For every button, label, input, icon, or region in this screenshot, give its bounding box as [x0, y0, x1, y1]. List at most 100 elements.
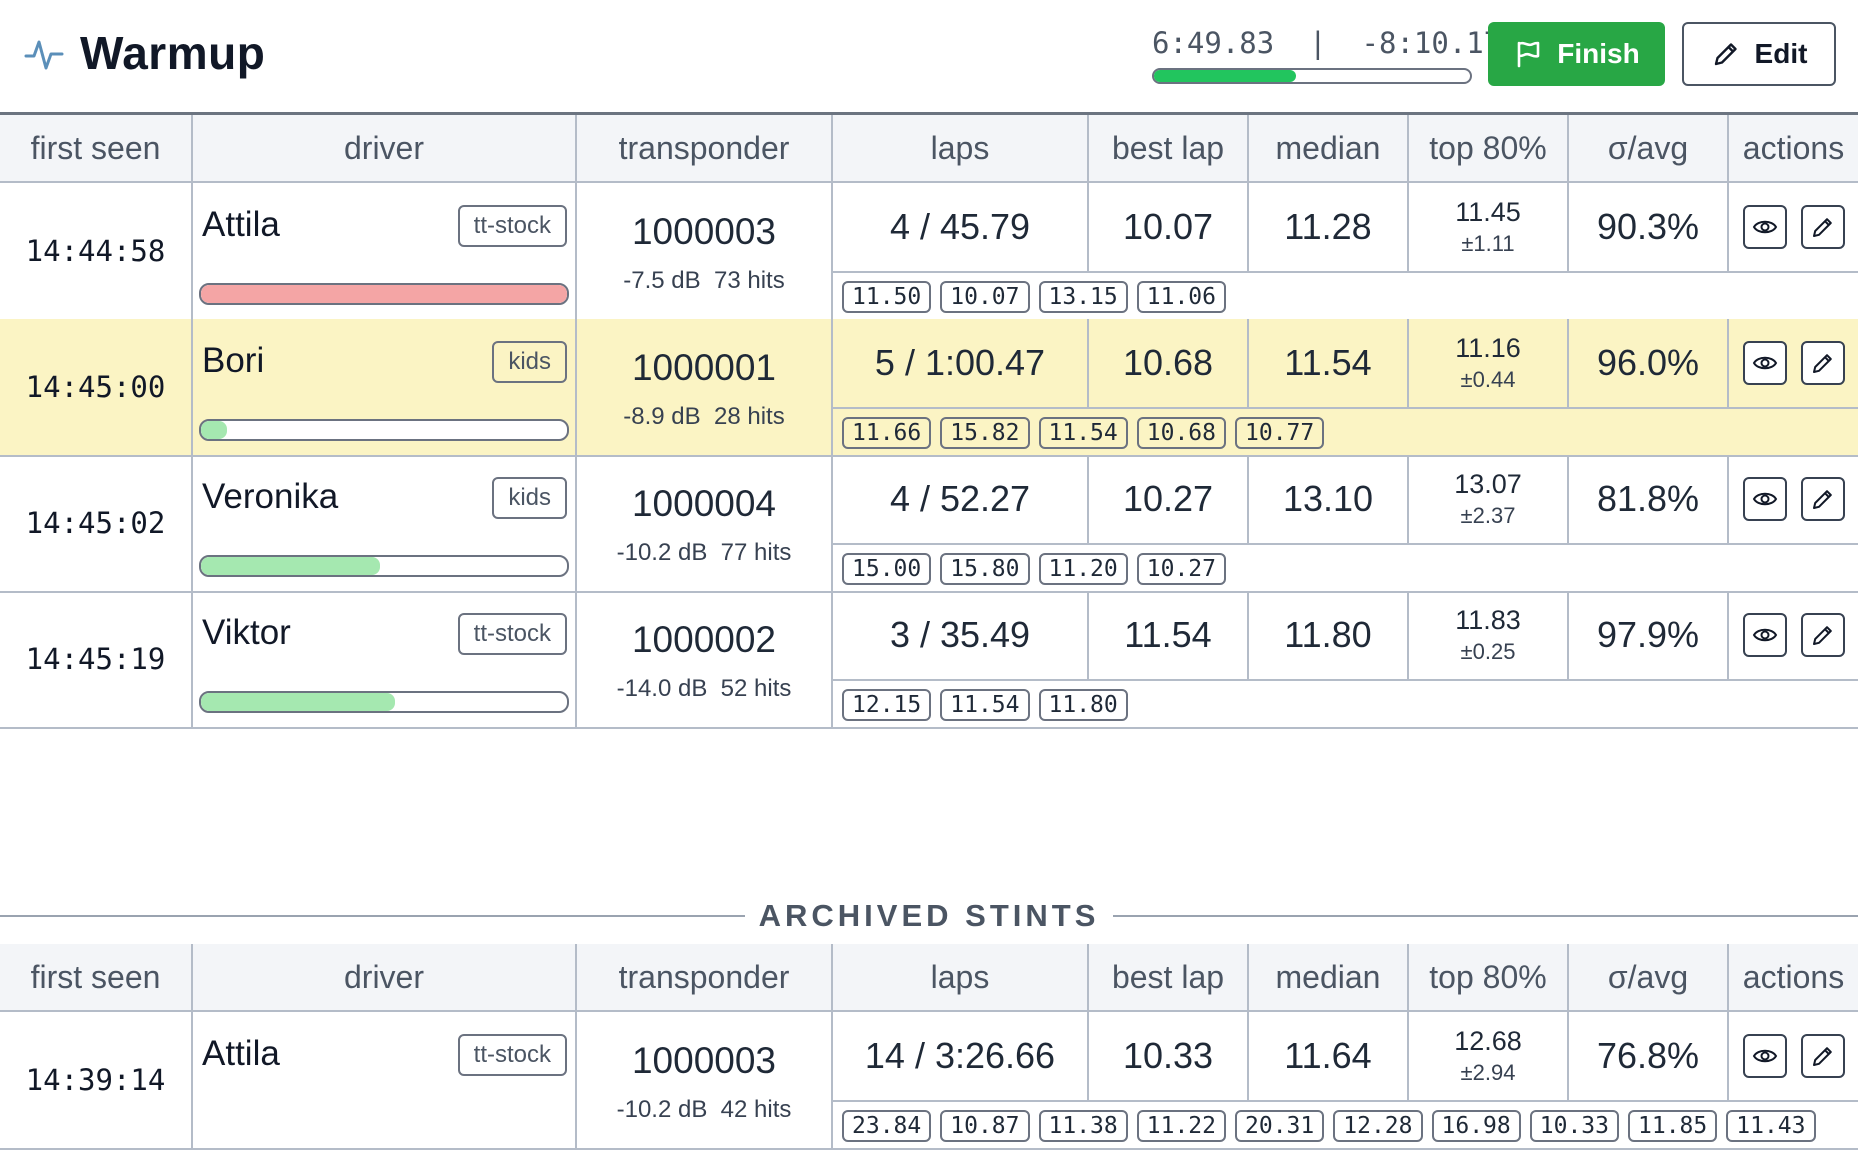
- lap-time-chip[interactable]: 11.66: [842, 417, 932, 449]
- page-title: Warmup: [80, 27, 266, 79]
- column-header-sigma-avg[interactable]: σ/avg: [1569, 944, 1729, 1010]
- activity-icon: [24, 40, 64, 70]
- session-progress-bar: [1152, 68, 1472, 84]
- transponder-signal: -8.9 dB 28 hits: [623, 403, 785, 430]
- edit-button[interactable]: Edit: [1682, 22, 1836, 86]
- lap-time-chip[interactable]: 15.82: [940, 417, 1030, 449]
- actions-cell: [1729, 591, 1858, 681]
- edit-stint-button[interactable]: [1800, 613, 1845, 657]
- table-header-row: first seen driver transponder laps best lap m…: [0, 944, 1858, 1012]
- column-header-best-lap[interactable]: best lap: [1089, 115, 1249, 181]
- lap-time-chip[interactable]: 11.80: [1038, 689, 1128, 721]
- column-header-transponder[interactable]: transponder: [577, 944, 833, 1010]
- actions-cell: [1729, 319, 1858, 409]
- column-header-top-80[interactable]: top 80%: [1409, 944, 1569, 1010]
- stint-row[interactable]: 14:45:02 Veronika kids 1000004 -10.2 dB …: [0, 455, 1858, 593]
- top-80-cell: 11.16 ±0.44: [1409, 319, 1569, 409]
- lap-time-chip[interactable]: 12.15: [842, 689, 932, 721]
- lap-time-chip[interactable]: 11.43: [1726, 1110, 1816, 1142]
- timer-separator: |: [1309, 26, 1327, 60]
- lap-time-chip[interactable]: 15.80: [940, 553, 1030, 585]
- lap-time-chip[interactable]: 20.31: [1235, 1110, 1325, 1142]
- lap-time-chip[interactable]: 13.15: [1038, 281, 1128, 313]
- transponder-cell: 1000001 -8.9 dB 28 hits: [577, 319, 833, 455]
- lap-time-chip[interactable]: 11.38: [1038, 1110, 1128, 1142]
- timer-remaining: -8:10.17: [1361, 26, 1502, 60]
- driver-progress-bar: [199, 283, 569, 305]
- column-header-actions[interactable]: actions: [1729, 944, 1858, 1010]
- transponder-cell: 1000003 -10.2 dB 42 hits: [577, 1012, 833, 1148]
- column-header-median[interactable]: median: [1249, 944, 1409, 1010]
- driver-name: Attila: [202, 1034, 280, 1073]
- top-80-cell: 11.45 ±1.11: [1409, 183, 1569, 273]
- stint-row[interactable]: 14:39:14 Attila tt-stock 1000003 -10.2 d…: [0, 1012, 1858, 1150]
- column-header-first-seen[interactable]: first seen: [0, 115, 193, 181]
- finish-button[interactable]: Finish: [1488, 22, 1665, 86]
- top-80-cell: 12.68 ±2.94: [1409, 1012, 1569, 1102]
- lap-time-chip[interactable]: 10.33: [1529, 1110, 1619, 1142]
- column-header-laps[interactable]: laps: [833, 944, 1089, 1010]
- session-progress-fill: [1154, 70, 1297, 82]
- column-header-sigma-avg[interactable]: σ/avg: [1569, 115, 1729, 181]
- column-header-driver[interactable]: driver: [193, 115, 577, 181]
- driver-class-badge: tt-stock: [457, 613, 567, 655]
- lap-time-chip[interactable]: 11.50: [842, 281, 932, 313]
- lap-time-chip[interactable]: 11.54: [940, 689, 1030, 721]
- view-button[interactable]: [1742, 1034, 1787, 1078]
- lap-time-chip[interactable]: 10.27: [1136, 553, 1226, 585]
- column-header-transponder[interactable]: transponder: [577, 115, 833, 181]
- median-cell: 11.28: [1249, 183, 1409, 273]
- driver-progress-bar: [199, 555, 569, 577]
- lap-time-chip[interactable]: 10.77: [1235, 417, 1325, 449]
- column-header-actions[interactable]: actions: [1729, 115, 1858, 181]
- column-header-laps[interactable]: laps: [833, 115, 1089, 181]
- lap-time-chip[interactable]: 15.00: [842, 553, 932, 585]
- column-header-best-lap[interactable]: best lap: [1089, 944, 1249, 1010]
- driver-name: Attila: [202, 205, 280, 244]
- lap-time-chip[interactable]: 10.07: [940, 281, 1030, 313]
- pencil-icon: [1812, 218, 1832, 237]
- lap-times-list: 12.15 11.54 11.80: [833, 683, 1858, 727]
- column-header-median[interactable]: median: [1249, 115, 1409, 181]
- edit-stint-button[interactable]: [1800, 477, 1845, 521]
- stint-row[interactable]: 14:45:19 Viktor tt-stock 1000002 -14.0 d…: [0, 591, 1858, 729]
- lap-time-chip[interactable]: 11.85: [1628, 1110, 1718, 1142]
- column-header-top-80[interactable]: top 80%: [1409, 115, 1569, 181]
- pencil-icon: [1714, 43, 1737, 66]
- first-seen-cell: 14:45:00: [0, 319, 193, 455]
- pencil-icon: [1812, 626, 1832, 645]
- lap-time-chip[interactable]: 11.54: [1038, 417, 1128, 449]
- edit-stint-button[interactable]: [1800, 341, 1845, 385]
- pencil-icon: [1812, 1047, 1832, 1066]
- view-button[interactable]: [1742, 341, 1787, 385]
- eye-icon: [1752, 492, 1777, 506]
- transponder-id: 1000003: [631, 1040, 777, 1081]
- transponder-cell: 1000002 -14.0 dB 52 hits: [577, 591, 833, 727]
- view-button[interactable]: [1742, 477, 1787, 521]
- lap-time-chip[interactable]: 16.98: [1431, 1110, 1521, 1142]
- edit-stint-button[interactable]: [1800, 205, 1845, 249]
- actions-cell: [1729, 1012, 1858, 1102]
- stint-row[interactable]: 14:45:00 Bori kids 1000001 -8.9 dB 28 hi…: [0, 319, 1858, 457]
- first-seen-cell: 14:45:02: [0, 455, 193, 591]
- driver-class-badge: tt-stock: [457, 205, 567, 247]
- eye-icon: [1752, 1049, 1777, 1063]
- lap-time-chip[interactable]: 10.68: [1136, 417, 1226, 449]
- view-button[interactable]: [1742, 613, 1787, 657]
- driver-cell: Attila tt-stock: [193, 183, 577, 319]
- driver-name: Veronika: [202, 477, 339, 516]
- lap-time-chip[interactable]: 11.06: [1136, 281, 1226, 313]
- view-button[interactable]: [1742, 205, 1787, 249]
- top-80-value: 12.68: [1454, 1026, 1522, 1056]
- lap-time-chip[interactable]: 11.20: [1038, 553, 1128, 585]
- stint-row[interactable]: 14:44:58 Attila tt-stock 1000003 -7.5 dB…: [0, 183, 1858, 321]
- lap-time-chip[interactable]: 12.28: [1333, 1110, 1423, 1142]
- lap-time-chip[interactable]: 11.22: [1136, 1110, 1226, 1142]
- edit-stint-button[interactable]: [1800, 1034, 1845, 1078]
- transponder-signal: -10.2 dB 42 hits: [616, 1096, 792, 1123]
- column-header-first-seen[interactable]: first seen: [0, 944, 193, 1010]
- column-header-driver[interactable]: driver: [193, 944, 577, 1010]
- lap-time-chip[interactable]: 23.84: [842, 1110, 932, 1142]
- lap-time-chip[interactable]: 10.87: [940, 1110, 1030, 1142]
- eye-icon: [1752, 628, 1777, 642]
